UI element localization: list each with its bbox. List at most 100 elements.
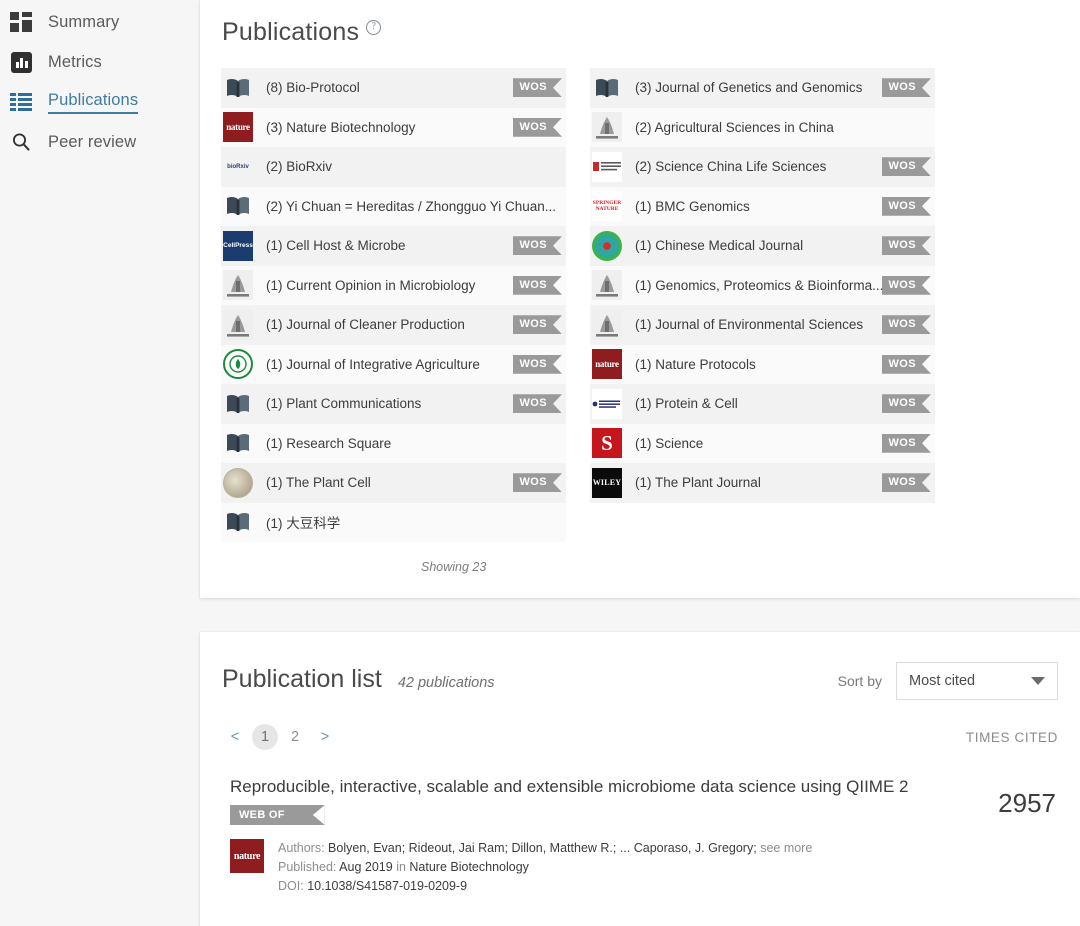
wos-badge: WOS: [881, 473, 931, 493]
journal-name: (1) Chinese Medical Journal: [635, 238, 804, 254]
journal-row[interactable]: (1) Research Square: [221, 423, 566, 463]
journal-row[interactable]: (1) Genomics, Proteomics & Bioinforma...…: [590, 265, 935, 305]
wos-badge: WOS: [881, 196, 931, 216]
nature-logo: nature: [592, 349, 622, 380]
times-cited-header: TIMES CITED: [965, 729, 1058, 745]
sort-select-value: Most cited: [909, 673, 976, 689]
journal-row[interactable]: (1) Journal of Cleaner Production WOS: [221, 305, 566, 345]
journal-row[interactable]: (1) Journal of Environmental Sciences WOS: [590, 305, 935, 345]
wos-badge: WOS: [881, 236, 931, 256]
pagination-page-2[interactable]: 2: [282, 724, 308, 750]
journal-name: (1) 大豆科学: [266, 516, 341, 532]
journal-name: (1) Cell Host & Microbe: [266, 238, 406, 254]
pagination-page-1[interactable]: 1: [252, 724, 278, 750]
elsevier-logo: [223, 270, 253, 301]
journal-row[interactable]: (2) Agricultural Sciences in China: [590, 107, 935, 147]
journal-row[interactable]: (1) Chinese Medical Journal WOS: [590, 226, 935, 266]
journal-row[interactable]: nature (3) Nature Biotechnology WOS: [221, 107, 566, 147]
journal-name: (1) Journal of Environmental Sciences: [635, 317, 864, 333]
journal-row[interactable]: (1) The Plant Cell WOS: [221, 463, 566, 503]
journal-name: (1) Journal of Integrative Agriculture: [266, 356, 480, 372]
journal-row[interactable]: (3) Journal of Genetics and Genomics WOS: [590, 68, 935, 108]
book-icon: [223, 389, 253, 419]
see-more-link[interactable]: see more: [760, 841, 812, 855]
publication-list-panel: Publication list 42 publications Sort by…: [200, 632, 1080, 926]
chevron-down-icon: [1031, 677, 1045, 685]
publications-header: Publications ?: [200, 0, 1080, 47]
journal-row[interactable]: (1) Protein & Cell WOS: [590, 384, 935, 424]
elsevier-logo: [592, 270, 622, 301]
journal-row[interactable]: WILEY (1) The Plant Journal WOS: [590, 463, 935, 503]
journal-name: (1) Protein & Cell: [635, 396, 738, 412]
authors-line: Authors: Bolyen, Evan; Rideout, Jai Ram;…: [278, 839, 812, 858]
journal-name: (2) Yi Chuan = Hereditas / Zhongguo Yi C…: [266, 198, 557, 214]
journal-row[interactable]: (1) Journal of Integrative Agriculture WO…: [221, 344, 566, 384]
doi-value[interactable]: 10.1038/S41587-019-0209-9: [307, 879, 467, 893]
wos-badge: WOS: [512, 275, 562, 295]
journal-row[interactable]: CellPress (1) Cell Host & Microbe WOS: [221, 226, 566, 266]
journal-name: (2) Agricultural Sciences in China: [635, 119, 834, 135]
wiley-logo: WILEY: [592, 467, 622, 498]
journal-name: (1) Plant Communications: [266, 396, 422, 412]
list-icon: [10, 91, 32, 113]
search-icon: [10, 131, 32, 153]
pagination-prev[interactable]: <: [222, 724, 248, 750]
journal-row[interactable]: bioRxiv (2) BioRxiv: [221, 147, 566, 187]
publication-count: 42 publications: [397, 675, 495, 691]
cellpress-logo: CellPress: [223, 230, 253, 261]
pagination-row: < 1 2 > TIMES CITED: [200, 700, 1080, 750]
authors-value: Bolyen, Evan; Rideout, Jai Ram; Dillon, …: [328, 841, 757, 855]
wos-badge: WOS: [881, 433, 931, 453]
web-of-science-badge: WEB OF: [230, 805, 325, 825]
elsevier-logo: [223, 309, 253, 340]
journal-row[interactable]: nature (1) Nature Protocols WOS: [590, 344, 935, 384]
book-icon: [223, 191, 253, 221]
journal-name: (1) Science: [635, 435, 704, 451]
app-root: Summary Metrics Publications Peer review…: [0, 0, 1080, 926]
publication-entry: Reproducible, interactive, scalable and …: [200, 750, 1080, 896]
publication-metadata: Authors: Bolyen, Evan; Rideout, Jai Ram;…: [278, 839, 812, 896]
sort-select[interactable]: Most cited: [896, 662, 1058, 700]
book-icon: [592, 73, 622, 103]
question-mark-icon[interactable]: ?: [366, 20, 382, 35]
journal-name: (3) Nature Biotechnology: [266, 119, 416, 135]
journal-row[interactable]: (8) Bio-Protocol WOS: [221, 68, 566, 108]
wos-badge: WOS: [881, 315, 931, 335]
journal-row[interactable]: SPRINGER NATURE (1) BMC Genomics WOS: [590, 186, 935, 226]
sidebar-item-publications[interactable]: Publications: [0, 82, 200, 122]
authors-label: Authors:: [278, 841, 325, 855]
pagination: < 1 2 >: [222, 724, 338, 750]
book-icon: [223, 507, 253, 537]
cmj-logo: [592, 230, 622, 261]
sidebar-item-metrics[interactable]: Metrics: [0, 42, 200, 82]
book-icon: [223, 428, 253, 458]
times-cited-value: 2957: [998, 788, 1056, 818]
journal-name: (1) The Plant Journal: [635, 475, 761, 491]
journal-name: (8) Bio-Protocol: [266, 80, 360, 96]
journal-row[interactable]: (2) Science China Life Sciences WOS: [590, 147, 935, 187]
publication-list-title: Publication list: [222, 664, 382, 693]
journal-row[interactable]: (1) Current Opinion in Microbiology WOS: [221, 265, 566, 305]
sort-controls: Sort by Most cited: [838, 662, 1058, 700]
publication-list-header: Publication list 42 publications Sort by…: [200, 632, 1080, 700]
journal-row[interactable]: (1) 大豆科学: [221, 502, 566, 542]
journal-name: (3) Journal of Genetics and Genomics: [635, 80, 863, 96]
wos-badge: WOS: [512, 315, 562, 335]
proteincell-logo: [592, 388, 622, 419]
book-icon: [223, 73, 253, 103]
wos-badge: WOS: [512, 394, 562, 414]
sidebar-item-peer-review[interactable]: Peer review: [0, 122, 200, 162]
wos-badge: WOS: [512, 117, 562, 137]
pagination-next[interactable]: >: [312, 724, 338, 750]
journal-row[interactable]: S (1) Science WOS: [590, 423, 935, 463]
sidebar-item-summary[interactable]: Summary: [0, 2, 200, 42]
journal-row[interactable]: (1) Plant Communications WOS: [221, 384, 566, 424]
doi-label: DOI:: [278, 879, 304, 893]
wos-badge: WOS: [881, 157, 931, 177]
jia-logo: [223, 349, 253, 380]
publication-title[interactable]: Reproducible, interactive, scalable and …: [230, 776, 950, 798]
journal-row[interactable]: (2) Yi Chuan = Hereditas / Zhongguo Yi C…: [221, 186, 566, 226]
published-label: Published:: [278, 860, 337, 874]
elsevier-logo: [592, 309, 622, 340]
journal-name: (1) Genomics, Proteomics & Bioinforma...: [635, 277, 882, 293]
